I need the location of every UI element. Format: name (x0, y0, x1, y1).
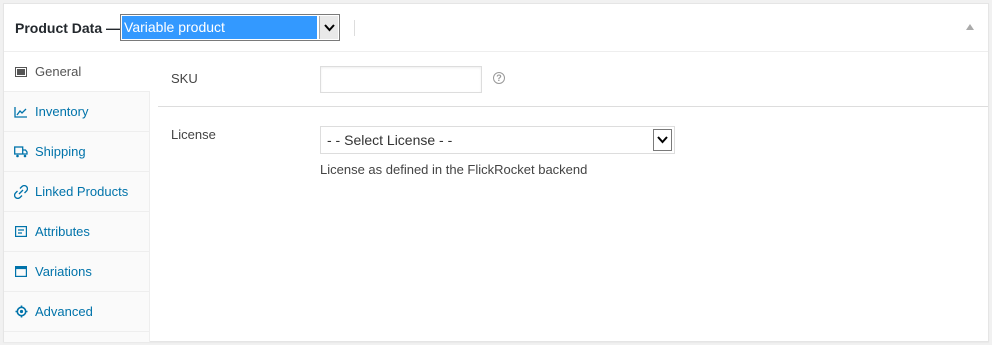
sku-row: SKU ? (158, 52, 988, 107)
chevron-down-icon (319, 16, 339, 39)
attributes-icon (14, 225, 28, 239)
general-icon (14, 65, 28, 79)
tab-attributes[interactable]: Attributes (4, 212, 149, 252)
product-data-header: Product Data — Variable product (4, 4, 988, 52)
sku-input[interactable] (320, 66, 482, 93)
truck-icon (14, 145, 28, 159)
tab-advanced[interactable]: Advanced (4, 292, 149, 332)
tab-label: Inventory (35, 104, 89, 119)
variations-icon (14, 265, 28, 279)
product-type-select[interactable]: Variable product (120, 14, 341, 41)
inventory-icon (14, 105, 28, 119)
license-select-value: - - Select License - - (327, 132, 453, 148)
product-type-value: Variable product (122, 16, 318, 39)
tab-linked-products[interactable]: Linked Products (4, 172, 149, 212)
tab-label: Variations (35, 264, 92, 279)
tab-label: Linked Products (35, 184, 129, 199)
tab-general[interactable]: General (4, 52, 150, 92)
sku-label: SKU (171, 71, 198, 86)
help-icon[interactable]: ? (493, 72, 505, 84)
link-icon (14, 184, 28, 199)
general-panel: SKU ? License - - Select License - - Lic… (158, 52, 988, 342)
tab-label: Advanced (35, 304, 93, 319)
product-data-tabs: General Inventory Shipping Linked Produc… (4, 52, 150, 342)
product-data-title: Product Data — (15, 19, 121, 36)
tab-label: Shipping (35, 144, 86, 159)
chevron-down-icon (653, 129, 672, 151)
header-separator (354, 19, 356, 36)
license-description: License as defined in the FlickRocket ba… (320, 162, 588, 177)
license-select[interactable]: - - Select License - - (320, 126, 675, 154)
tab-variations[interactable]: Variations (4, 252, 149, 292)
product-data-box: Product Data — Variable product General … (3, 3, 989, 342)
tab-shipping[interactable]: Shipping (4, 132, 149, 172)
tab-label: General (35, 64, 82, 79)
gear-icon (14, 305, 28, 319)
license-label: License (171, 127, 216, 142)
tab-label: Attributes (35, 224, 90, 239)
tab-inventory[interactable]: Inventory (4, 92, 149, 132)
collapse-toggle-icon[interactable] (966, 24, 974, 30)
